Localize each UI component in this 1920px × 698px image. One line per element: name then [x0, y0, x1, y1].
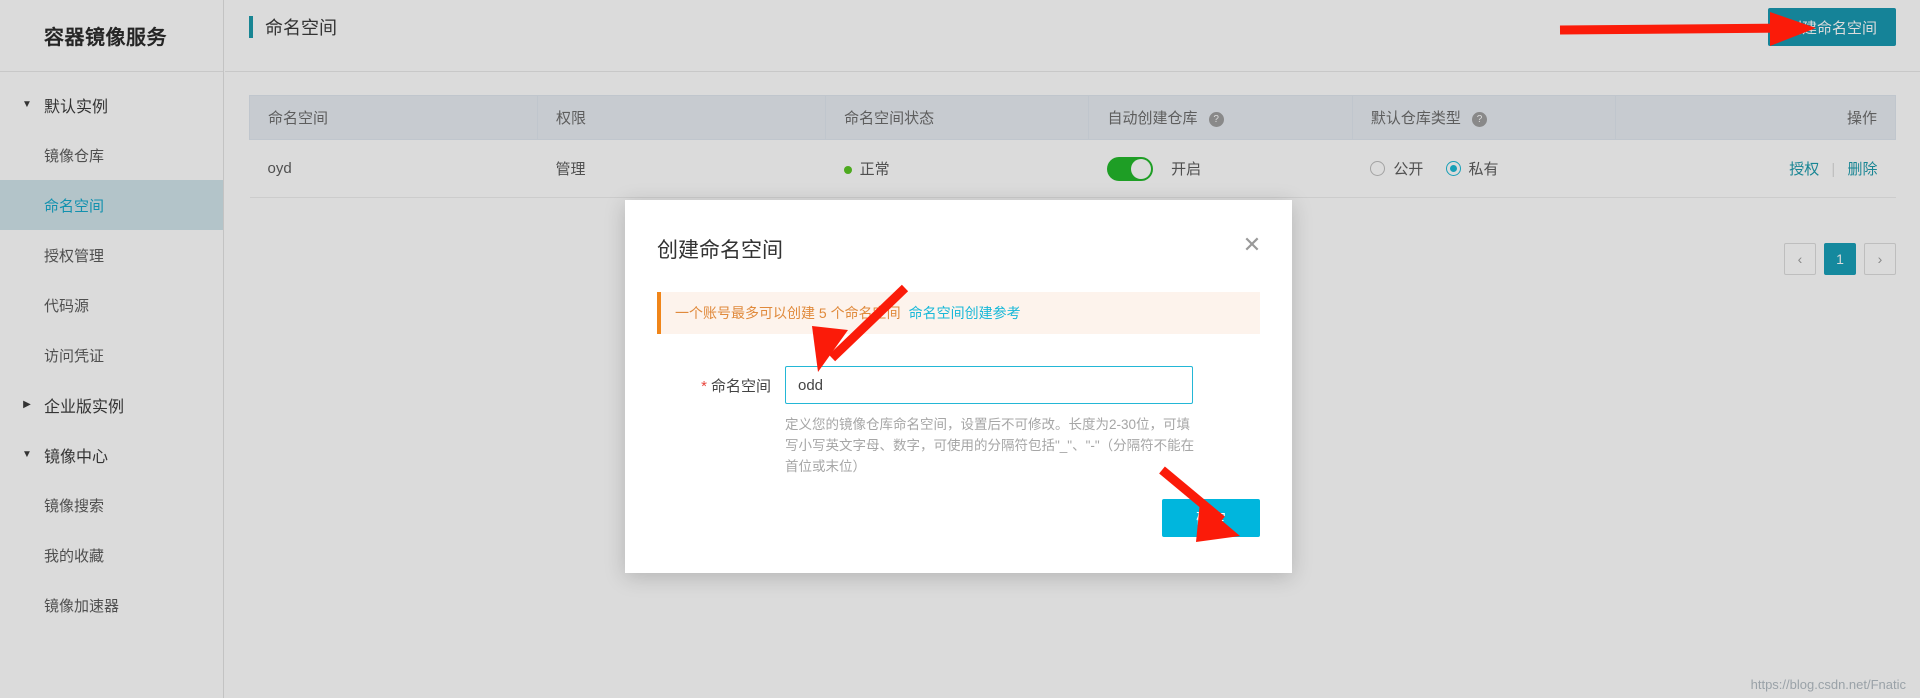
dialog-title: 创建命名空间 — [657, 239, 783, 262]
app-root: 容器镜像服务 ▼ 默认实例 镜像仓库 命名空间 授权管理 代码源 访问凭证 ▶ … — [0, 0, 1920, 698]
radio-dot-icon — [1445, 160, 1461, 176]
table-header-row: 命名空间 权限 命名空间状态 自动创建仓库 ? 默认仓库类型 ? 操作 — [248, 95, 1896, 140]
sidebar-item-label: 命名空间 — [44, 197, 105, 215]
sidebar-item-image-repo[interactable]: 镜像仓库 — [0, 130, 223, 180]
sidebar-group-label: 镜像中心 — [44, 449, 109, 466]
namespace-field-label: * 命名空间 — [657, 366, 785, 396]
sidebar-item-my-favorites[interactable]: 我的收藏 — [0, 530, 223, 580]
namespace-input[interactable] — [785, 366, 1193, 404]
column-label: 权限 — [556, 110, 587, 127]
sidebar-item-label: 镜像加速器 — [44, 597, 120, 615]
sidebar-item-access-credential[interactable]: 访问凭证 — [0, 330, 223, 380]
toggle-label: 开启 — [1171, 161, 1202, 178]
sidebar-group-image-center[interactable]: ▼ 镜像中心 — [0, 430, 223, 480]
radio-label: 私有 — [1468, 160, 1499, 178]
sidebar: 容器镜像服务 ▼ 默认实例 镜像仓库 命名空间 授权管理 代码源 访问凭证 ▶ … — [0, 0, 224, 698]
sidebar-item-label: 访问凭证 — [44, 347, 105, 365]
action-authorize-link[interactable]: 授权 — [1789, 161, 1819, 178]
dialog-body: 一个账号最多可以创建 5 个命名空间命名空间创建参考 *命名空间 定义您的镜像仓… — [625, 264, 1292, 477]
sidebar-item-label: 授权管理 — [44, 247, 105, 265]
page-title-wrap: 命名空间 — [249, 14, 337, 40]
cell-default-repo-type: 公开 私有 — [1352, 139, 1616, 198]
namespace-field-wrap: 定义您的镜像仓库命名空间，设置后不可修改。长度为2-30位，可填写小写英文字母、… — [785, 366, 1260, 477]
confirm-button[interactable]: 确定 — [1162, 499, 1260, 537]
action-delete-link[interactable]: 删除 — [1847, 161, 1877, 178]
column-header-status: 命名空间状态 — [825, 95, 1090, 140]
help-icon[interactable]: ? — [1208, 111, 1224, 127]
sidebar-nav: ▼ 默认实例 镜像仓库 命名空间 授权管理 代码源 访问凭证 ▶ 企业版实例 ▼… — [0, 72, 223, 630]
help-icon[interactable]: ? — [1472, 111, 1487, 127]
sidebar-item-namespace[interactable]: 命名空间 — [0, 180, 223, 230]
page-title: 命名空间 — [265, 18, 337, 38]
pagination-prev-button[interactable]: ‹ — [1784, 243, 1816, 275]
pagination-page-1[interactable]: 1 — [1824, 243, 1856, 275]
dialog-footer: 确定 — [625, 477, 1292, 573]
column-header-permission: 权限 — [537, 95, 827, 140]
column-label: 命名空间状态 — [844, 110, 935, 127]
field-label-text: 命名空间 — [710, 378, 771, 395]
cell-auto-create-repo: 开启 — [1088, 139, 1353, 198]
toggle-knob — [1130, 158, 1151, 179]
column-label: 自动创建仓库 — [1107, 110, 1198, 127]
column-header-auto-create-repo: 自动创建仓库 ? — [1088, 95, 1353, 140]
table-row: oyd 管理 正常 开启 公开 私有 授权 | 删除 — [249, 139, 1896, 198]
sidebar-item-auth-management[interactable]: 授权管理 — [0, 230, 223, 280]
close-icon[interactable]: ✕ — [1240, 234, 1264, 258]
radio-public[interactable]: 公开 — [1370, 158, 1423, 179]
namespace-form-row: *命名空间 定义您的镜像仓库命名空间，设置后不可修改。长度为2-30位，可填写小… — [657, 366, 1260, 477]
sidebar-item-label: 我的收藏 — [44, 547, 105, 565]
watermark: https://blog.csdn.net/Fnatic — [1750, 677, 1906, 692]
namespace-table-wrap: 命名空间 权限 命名空间状态 自动创建仓库 ? 默认仓库类型 ? 操作 oyd … — [225, 73, 1920, 198]
cell-permission: 管理 — [537, 139, 826, 198]
sidebar-item-label: 镜像仓库 — [44, 147, 105, 165]
chevron-down-icon: ▼ — [22, 99, 32, 110]
table-head: 命名空间 权限 命名空间状态 自动创建仓库 ? 默认仓库类型 ? 操作 — [248, 95, 1896, 140]
sidebar-group-enterprise-instance[interactable]: ▶ 企业版实例 — [0, 380, 223, 430]
sidebar-group-default-instance[interactable]: ▼ 默认实例 — [0, 80, 223, 130]
create-namespace-dialog: 创建命名空间 ✕ 一个账号最多可以创建 5 个命名空间 命名空间创建参考 * 命名空… — [625, 200, 1292, 573]
column-header-actions: 操作 — [1615, 95, 1896, 140]
auto-create-repo-toggle[interactable] — [1106, 156, 1153, 181]
cell-status: 正常 — [825, 139, 1089, 198]
title-accent-bar — [249, 16, 253, 38]
column-label: 命名空间 — [268, 110, 329, 127]
brand-title: 容器镜像服务 — [0, 0, 223, 72]
create-namespace-button[interactable]: 创建命名空间 — [1768, 8, 1896, 46]
page-header: 命名空间 创建命名空间 — [225, 0, 1920, 72]
quota-alert: 一个账号最多可以创建 5 个命名空间 命名空间创建参考 — [657, 292, 1260, 334]
chevron-down-icon: ▼ — [22, 449, 32, 460]
sidebar-item-label: 镜像搜索 — [44, 497, 105, 515]
column-label: 操作 — [1846, 110, 1877, 127]
required-asterisk: * — [701, 378, 707, 395]
status-dot-icon — [843, 166, 852, 175]
chevron-right-icon: ▶ — [23, 399, 31, 410]
sidebar-item-code-source[interactable]: 代码源 — [0, 280, 223, 330]
cell-actions: 授权 | 删除 — [1615, 139, 1896, 198]
dialog-header: 创建命名空间 ✕ — [625, 200, 1292, 264]
alert-reference-link[interactable]: 命名空间创建参考 — [909, 305, 1021, 321]
namespace-field-help: 定义您的镜像仓库命名空间，设置后不可修改。长度为2-30位，可填写小写英文字母、… — [785, 417, 1195, 474]
cell-namespace: oyd — [249, 139, 538, 198]
sidebar-item-image-search[interactable]: 镜像搜索 — [0, 480, 223, 530]
pagination: ‹ 1 › — [1784, 243, 1896, 275]
pagination-next-button[interactable]: › — [1864, 243, 1896, 275]
sidebar-group-label: 企业版实例 — [44, 399, 125, 416]
action-separator: | — [1831, 161, 1836, 178]
column-header-namespace: 命名空间 — [248, 95, 539, 140]
radio-label: 公开 — [1393, 160, 1424, 178]
sidebar-item-label: 代码源 — [44, 297, 90, 315]
radio-private[interactable]: 私有 — [1445, 158, 1499, 179]
alert-text: 一个账号最多可以创建 5 个命名空间 — [675, 305, 901, 321]
status-text: 正常 — [859, 161, 890, 178]
table-body: oyd 管理 正常 开启 公开 私有 授权 | 删除 — [249, 139, 1896, 198]
radio-dot-icon — [1370, 160, 1386, 176]
sidebar-item-image-accelerator[interactable]: 镜像加速器 — [0, 580, 223, 630]
sidebar-group-label: 默认实例 — [44, 99, 109, 116]
column-label: 默认仓库类型 — [1370, 110, 1461, 127]
namespace-table: 命名空间 权限 命名空间状态 自动创建仓库 ? 默认仓库类型 ? 操作 oyd … — [248, 95, 1896, 198]
column-header-default-repo-type: 默认仓库类型 ? — [1351, 95, 1617, 140]
